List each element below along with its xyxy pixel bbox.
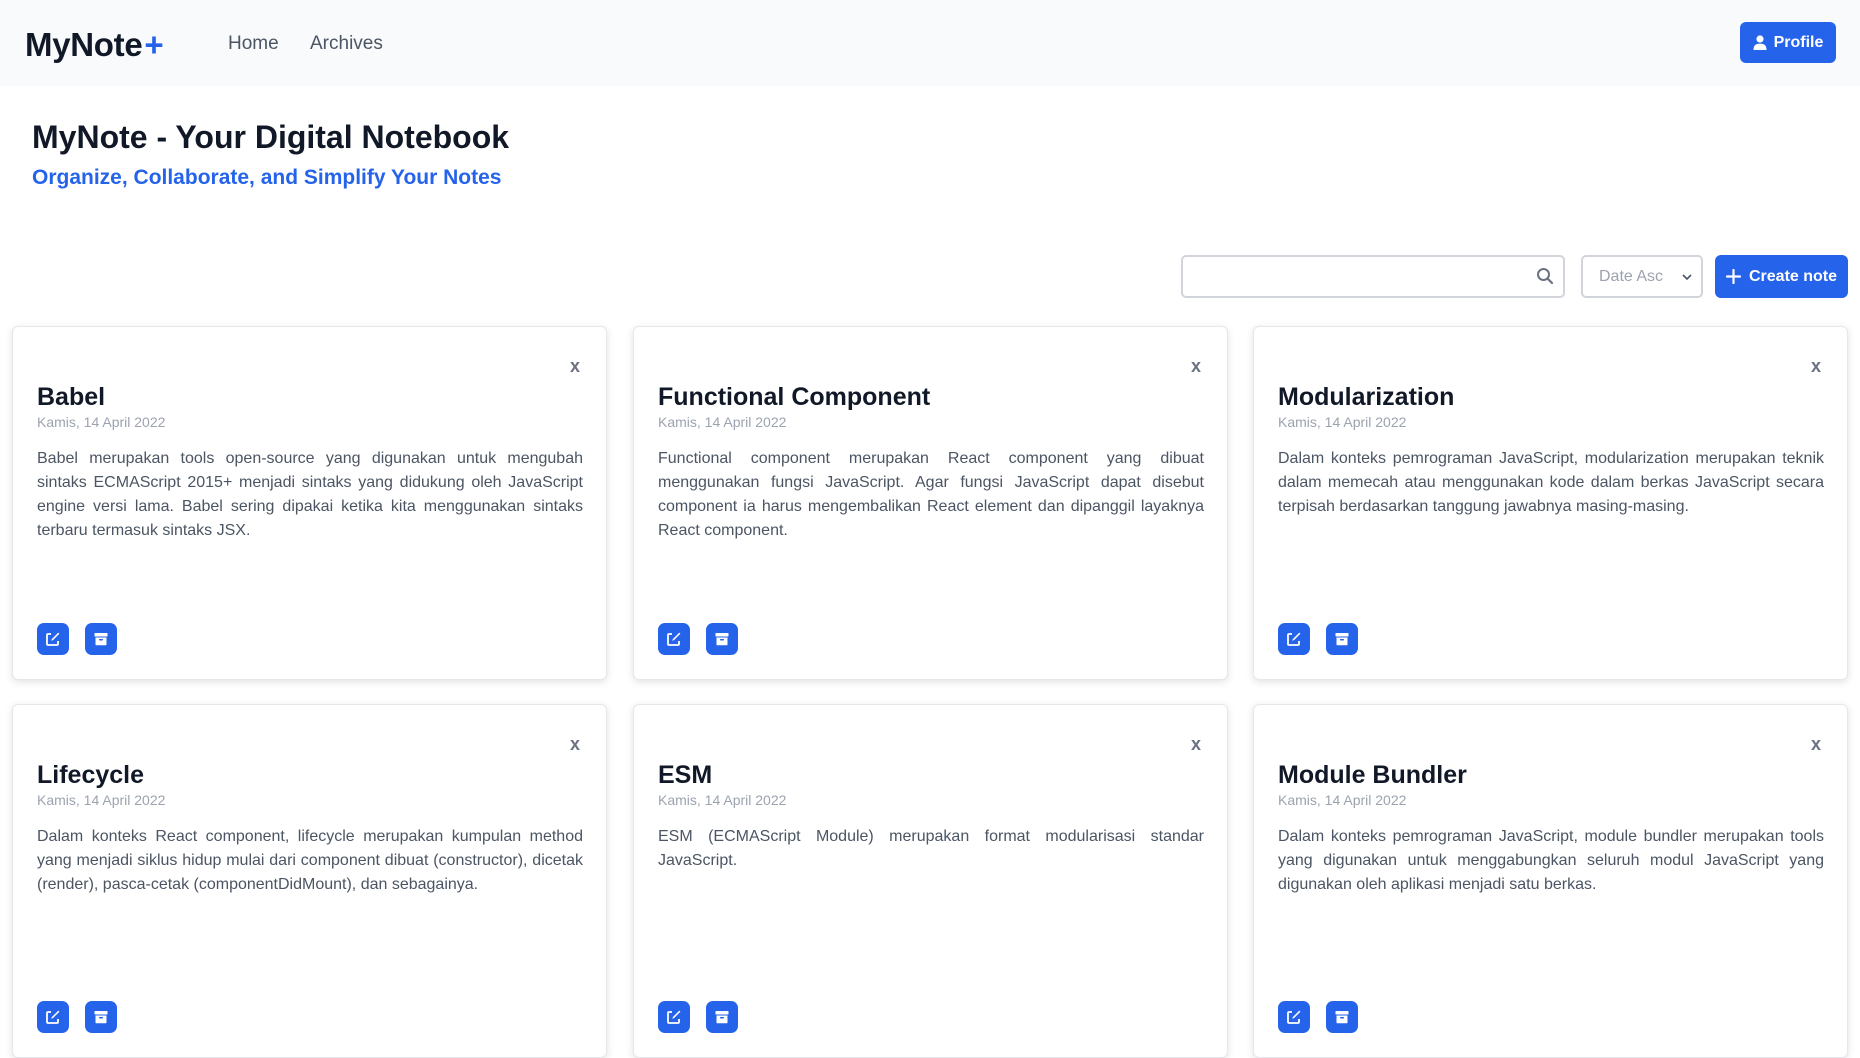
- chevron-down-icon: [1682, 274, 1692, 281]
- note-title: Module Bundler: [1278, 761, 1467, 789]
- archive-icon: [715, 1011, 729, 1024]
- brand-name: MyNote: [25, 26, 143, 63]
- edit-note-button[interactable]: [37, 623, 69, 655]
- note-date: Kamis, 14 April 2022: [658, 792, 787, 808]
- close-icon[interactable]: x: [1187, 735, 1205, 753]
- note-date: Kamis, 14 April 2022: [1278, 414, 1407, 430]
- nav-link-home[interactable]: Home: [228, 33, 279, 55]
- close-icon[interactable]: x: [1187, 357, 1205, 375]
- note-title: ESM: [658, 761, 713, 789]
- edit-icon: [46, 1010, 60, 1024]
- note-body: ESM (ECMAScript Module) merupakan format…: [658, 828, 1204, 869]
- archive-note-button[interactable]: [706, 623, 738, 655]
- edit-icon: [1287, 632, 1301, 646]
- edit-icon: [667, 1010, 681, 1024]
- plus-icon: [1725, 269, 1741, 284]
- note-title: Modularization: [1278, 383, 1455, 411]
- archive-icon: [1335, 1011, 1349, 1024]
- create-note-label: Create note: [1748, 267, 1838, 285]
- archive-icon: [1335, 633, 1349, 646]
- edit-note-button[interactable]: [1278, 1001, 1310, 1033]
- close-icon[interactable]: x: [1807, 735, 1825, 753]
- page-subtitle: Organize, Collaborate, and Simplify Your…: [32, 166, 502, 189]
- search-box: [1181, 255, 1565, 298]
- profile-button-label: Profile: [1773, 33, 1824, 51]
- note-title: Functional Component: [658, 383, 931, 411]
- create-note-button[interactable]: Create note: [1715, 255, 1848, 298]
- note-card: x ESM Kamis, 14 April 2022 ESM (ECMAScri…: [633, 704, 1228, 1058]
- archive-note-button[interactable]: [706, 1001, 738, 1033]
- edit-note-button[interactable]: [37, 1001, 69, 1033]
- search-icon[interactable]: [1536, 267, 1554, 285]
- archive-note-button[interactable]: [1326, 1001, 1358, 1033]
- search-input[interactable]: [1183, 257, 1523, 296]
- note-body: Dalam konteks React component, lifecycle…: [37, 828, 583, 893]
- archive-note-button[interactable]: [85, 1001, 117, 1033]
- close-icon[interactable]: x: [566, 735, 584, 753]
- note-actions: [1278, 1001, 1358, 1033]
- edit-icon: [46, 632, 60, 646]
- page-title: MyNote - Your Digital Notebook: [32, 119, 510, 155]
- brand-plus: +: [144, 26, 164, 63]
- note-date: Kamis, 14 April 2022: [1278, 792, 1407, 808]
- sort-select[interactable]: Date Asc: [1581, 255, 1703, 298]
- nav-link-archives[interactable]: Archives: [310, 33, 383, 55]
- edit-note-button[interactable]: [658, 1001, 690, 1033]
- edit-icon: [667, 632, 681, 646]
- archive-icon: [94, 1011, 108, 1024]
- close-icon[interactable]: x: [566, 357, 584, 375]
- note-card: x Lifecycle Kamis, 14 April 2022 Dalam k…: [12, 704, 607, 1058]
- note-body: Babel merupakan tools open-source yang d…: [37, 450, 583, 539]
- note-actions: [658, 623, 738, 655]
- user-icon: [1753, 35, 1767, 50]
- note-actions: [658, 1001, 738, 1033]
- navbar: MyNote+ Home Archives Profile: [0, 0, 1860, 86]
- note-title: Lifecycle: [37, 761, 145, 789]
- note-date: Kamis, 14 April 2022: [658, 414, 787, 430]
- note-card: x Module Bundler Kamis, 14 April 2022 Da…: [1253, 704, 1848, 1058]
- note-actions: [37, 623, 117, 655]
- note-title: Babel: [37, 383, 106, 411]
- archive-note-button[interactable]: [1326, 623, 1358, 655]
- brand-logo[interactable]: MyNote+: [25, 26, 164, 64]
- note-card: x Functional Component Kamis, 14 April 2…: [633, 326, 1228, 680]
- note-body: Functional component merupakan React com…: [658, 450, 1204, 539]
- archive-icon: [94, 633, 108, 646]
- archive-icon: [715, 633, 729, 646]
- archive-note-button[interactable]: [85, 623, 117, 655]
- note-body: Dalam konteks pemrograman JavaScript, mo…: [1278, 450, 1824, 515]
- note-card: x Modularization Kamis, 14 April 2022 Da…: [1253, 326, 1848, 680]
- note-date: Kamis, 14 April 2022: [37, 414, 166, 430]
- edit-icon: [1287, 1010, 1301, 1024]
- edit-note-button[interactable]: [1278, 623, 1310, 655]
- note-actions: [1278, 623, 1358, 655]
- edit-note-button[interactable]: [658, 623, 690, 655]
- sort-selected-value: Date Asc: [1599, 268, 1664, 285]
- note-body: Dalam konteks pemrograman JavaScript, mo…: [1278, 828, 1824, 893]
- note-card: x Babel Kamis, 14 April 2022 Babel merup…: [12, 326, 607, 680]
- profile-button[interactable]: Profile: [1740, 22, 1836, 63]
- note-actions: [37, 1001, 117, 1033]
- note-date: Kamis, 14 April 2022: [37, 792, 166, 808]
- close-icon[interactable]: x: [1807, 357, 1825, 375]
